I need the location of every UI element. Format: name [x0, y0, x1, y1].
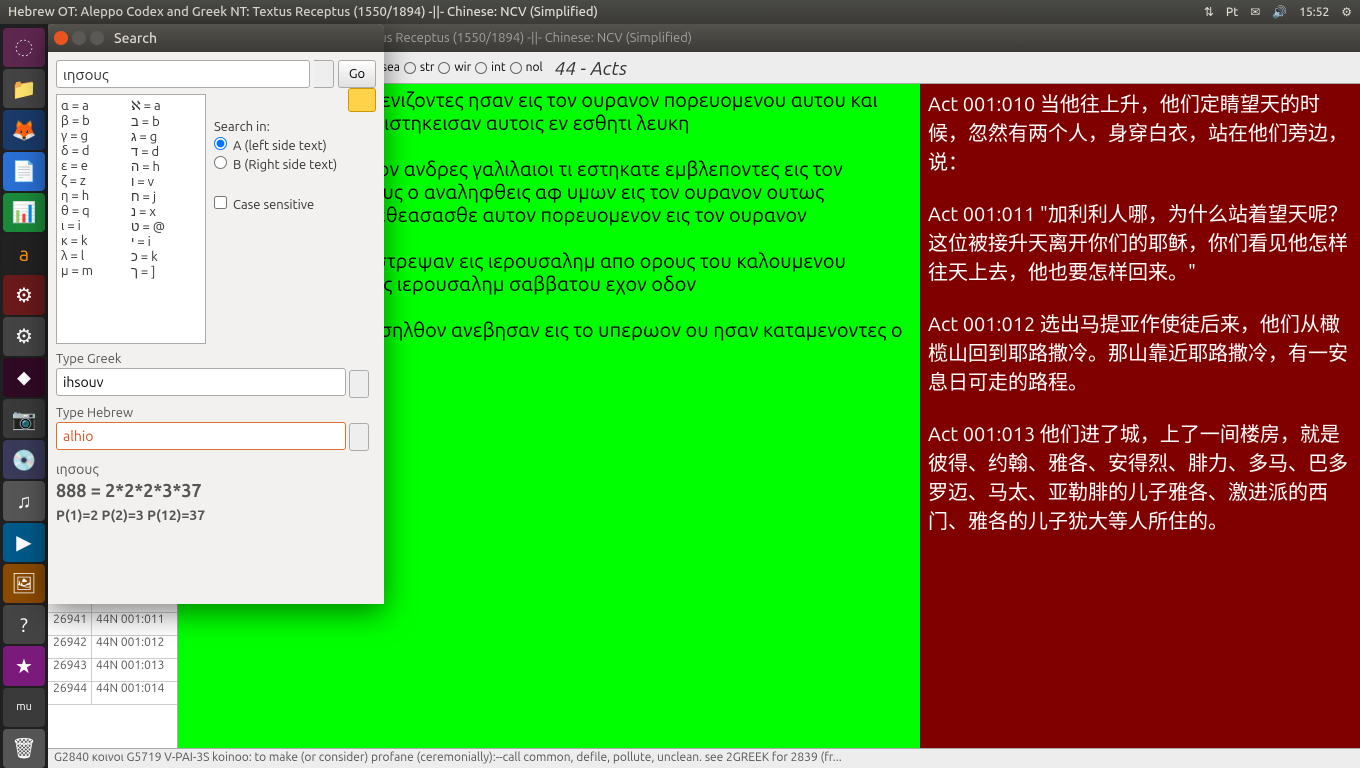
search-options: Search in: A (left side text) B (Right s… — [214, 94, 376, 344]
launcher-firefox[interactable]: 🦊 — [3, 110, 45, 149]
launcher-tile[interactable]: ♫ — [3, 481, 45, 520]
label-type-greek: Type Greek — [56, 352, 376, 366]
alpha-table[interactable]: α = aℵ = aβ = bב = bγ = gג = gδ = dד = d… — [56, 94, 206, 344]
gematria-word: ιησους — [56, 461, 376, 477]
launcher-software[interactable]: ⚙ — [3, 275, 45, 314]
chinese-text-column[interactable]: Act 001:010 当他往上升，他们定睛望天的时候，忽然有两个人，身穿白衣，… — [920, 84, 1360, 748]
launcher: ◌ 📁 🦊 📄 📊 a ⚙ ⚙ ⬥ 📷 💿 ♫ ▶ 🖼 ? ★ mu 🗑 — [0, 24, 48, 768]
close-icon[interactable] — [54, 31, 68, 45]
hebrew-sidebutton[interactable] — [349, 423, 369, 451]
launcher-tile[interactable]: 📷 — [3, 399, 45, 438]
launcher-amazon[interactable]: a — [3, 234, 45, 273]
launcher-tile[interactable]: ★ — [3, 646, 45, 685]
launcher-writer[interactable]: 📄 — [3, 152, 45, 191]
launcher-tile[interactable]: 🖼 — [3, 564, 45, 603]
search-title: Search — [114, 30, 157, 46]
menubar-title: Hebrew OT: Aleppo Codex and Greek NT: Te… — [8, 5, 1204, 19]
radio-a[interactable]: A (left side text) — [214, 137, 376, 153]
network-icon[interactable]: ⇅ — [1204, 5, 1214, 19]
search-dropdown-icon[interactable] — [314, 60, 334, 88]
lang-indicator[interactable]: Pt — [1226, 6, 1238, 19]
hebrew-input[interactable] — [56, 422, 346, 450]
launcher-trash[interactable]: 🗑 — [3, 729, 45, 768]
search-dialog: Search ιησους Go α = aℵ = aβ = bב = bγ =… — [48, 24, 384, 604]
launcher-dash[interactable]: ◌ — [3, 28, 45, 67]
radio-b[interactable]: B (Right side text) — [214, 156, 376, 172]
gear-icon[interactable]: ⚙ — [1341, 5, 1352, 19]
search-input[interactable]: ιησους — [56, 60, 310, 88]
launcher-tile[interactable]: ? — [3, 605, 45, 644]
go-button[interactable]: Go — [338, 60, 376, 88]
launcher-settings[interactable]: ⚙ — [3, 317, 45, 356]
radio-str[interactable] — [404, 62, 416, 74]
gematria-result: 888 = 2*2*2*3*37 — [56, 481, 376, 501]
chapter-title: 44 - Acts — [555, 57, 627, 79]
launcher-calc[interactable]: 📊 — [3, 193, 45, 232]
maximize-icon[interactable] — [90, 31, 104, 45]
radio-nol[interactable] — [510, 62, 522, 74]
greek-input[interactable] — [56, 368, 346, 396]
mail-icon[interactable]: ✉ — [1250, 5, 1260, 19]
launcher-tile[interactable]: ▶ — [3, 523, 45, 562]
greek-sidebutton[interactable] — [349, 370, 369, 398]
launcher-tile[interactable]: 💿 — [3, 440, 45, 479]
menubar-indicators: ⇅ Pt ✉ 🔊 15:52 ⚙ — [1204, 5, 1352, 19]
launcher-files[interactable]: 📁 — [3, 69, 45, 108]
checkbox-case[interactable]: Case sensitive — [214, 196, 376, 212]
minimize-icon[interactable] — [72, 31, 86, 45]
volume-icon[interactable]: 🔊 — [1272, 5, 1287, 19]
clock[interactable]: 15:52 — [1299, 6, 1329, 19]
search-titlebar[interactable]: Search — [48, 24, 384, 52]
top-menubar: Hebrew OT: Aleppo Codex and Greek NT: Te… — [0, 0, 1360, 24]
highlight-icon[interactable] — [348, 88, 376, 112]
radio-int[interactable] — [475, 62, 487, 74]
radio-wir[interactable] — [438, 62, 450, 74]
label-type-hebrew: Type Hebrew — [56, 406, 376, 420]
status-bar: G2840 κοινοι G5719 V-PAI-3S koinoo: to m… — [48, 748, 1360, 768]
launcher-tile[interactable]: mu — [3, 688, 45, 727]
launcher-tile[interactable]: ⬥ — [3, 358, 45, 397]
gematria-detail: P(1)=2 P(2)=3 P(12)=37 — [56, 507, 376, 523]
